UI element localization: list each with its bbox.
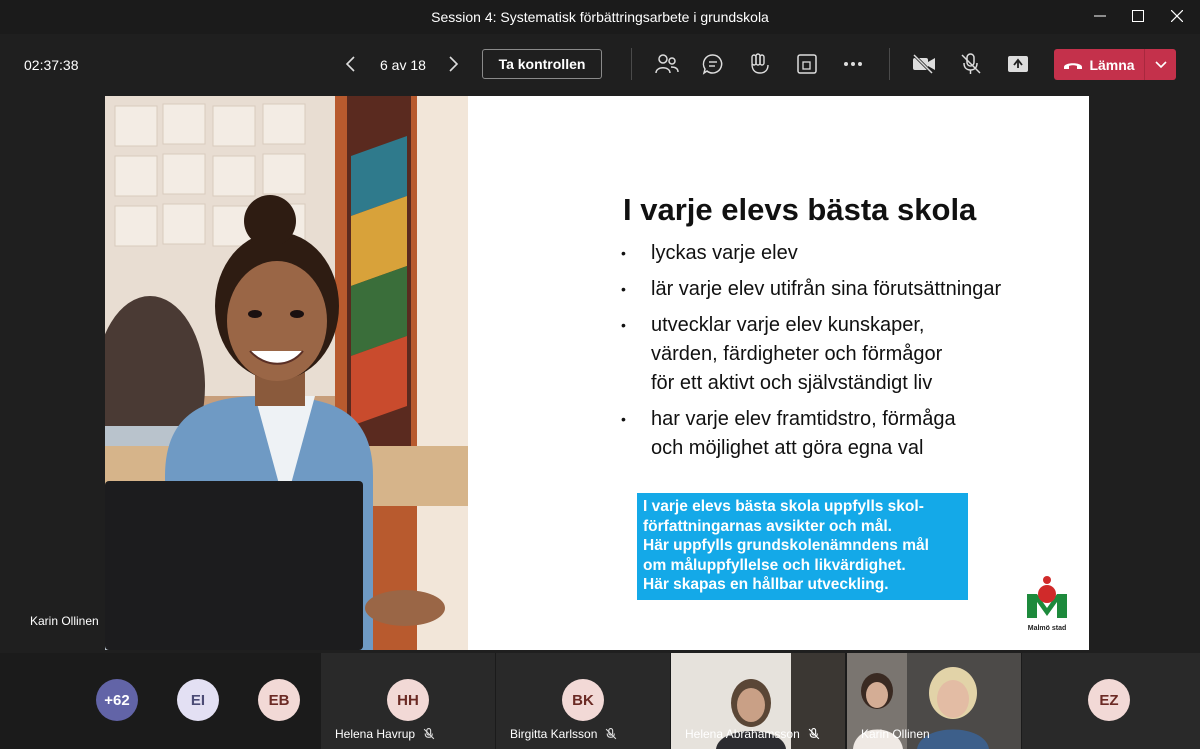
avatar-initials: EZ <box>1099 691 1119 709</box>
bullet-text-line: har varje elev framtidstro, förmåga <box>651 408 956 430</box>
slide-counter: 6 av 18 <box>380 57 426 73</box>
shared-content-stage: I varje elevs bästa skola lyckas varje e… <box>0 96 1200 652</box>
participant-name: Birgitta Karlsson <box>510 727 598 741</box>
leave-button[interactable]: Lämna <box>1054 49 1144 80</box>
avatar-initials: BK <box>572 691 594 709</box>
avatar-initials: HH <box>397 691 419 709</box>
mic-off-icon <box>423 728 435 740</box>
more-icon[interactable] <box>839 50 867 78</box>
presentation-slide: I varje elevs bästa skola lyckas varje e… <box>105 96 1089 650</box>
toolbar-divider <box>631 48 632 80</box>
malmo-stad-logo: Malmö stad <box>1023 574 1071 632</box>
tile-name-row: Birgitta Karlsson <box>510 727 617 741</box>
mic-off-icon <box>606 728 617 740</box>
avatar-initials: EB <box>268 691 290 709</box>
highlight-line: Här uppfylls grundskolenämndens mål <box>643 537 929 554</box>
bullet-text-line: värden, färdigheter och förmågor <box>651 343 943 365</box>
participants-icon[interactable] <box>653 50 681 78</box>
avatar: HH <box>387 679 429 721</box>
bullet-text: lyckas varje elev <box>651 242 798 264</box>
chevron-down-icon <box>1154 60 1167 68</box>
tile-name-row: Helena Havrup <box>335 727 435 741</box>
participant-name: Helena Abrahamsson <box>685 727 800 741</box>
bullet-text-line: för ett aktivt och självständigt liv <box>651 372 933 394</box>
participant-tile[interactable]: HH Helena Havrup <box>321 653 495 749</box>
presenter-name: Karin Ollinen <box>30 614 99 628</box>
camera-off-icon[interactable] <box>910 50 938 78</box>
leave-options-button[interactable] <box>1145 49 1176 80</box>
logo-label: Malmö stad <box>1027 625 1067 632</box>
tile-name-row: Helena Abrahamsson <box>685 727 820 741</box>
avatar-initials: EI <box>190 691 206 709</box>
bullet-item: lyckas varje elev <box>621 239 1061 268</box>
leave-label: Lämna <box>1089 56 1135 73</box>
highlight-line: om måluppfyllelse och likvärdighet. <box>643 556 906 574</box>
leave-button-group: Lämna <box>1054 49 1176 80</box>
rooms-icon[interactable] <box>793 50 821 78</box>
toolbar-divider <box>889 48 890 80</box>
next-slide-button[interactable] <box>442 52 466 76</box>
share-icon[interactable] <box>1004 50 1032 78</box>
bullet-text: lär varje elev utifrån sina förutsättnin… <box>651 278 1002 300</box>
bullet-item: lär varje elev utifrån sina förutsättnin… <box>621 275 1061 304</box>
chevron-right-icon <box>449 56 459 72</box>
participant-name: Karin Ollinen <box>861 727 930 741</box>
bullet-text-line: och möjlighet att göra egna val <box>651 437 924 459</box>
participant-video-tile[interactable]: Karin Ollinen <box>847 653 1021 749</box>
avatar: EZ <box>1088 679 1130 721</box>
tile-name-row: Karin Ollinen <box>861 727 930 741</box>
participant-strip: +62 EI EB HH Helena Havrup BK Birgitta K… <box>0 653 1200 749</box>
bullet-item: har varje elev framtidstro, förmåga och … <box>621 405 1061 463</box>
highlight-line: I varje elevs bästa skola uppfylls skol- <box>643 498 924 515</box>
avatar: BK <box>562 679 604 721</box>
chevron-left-icon <box>345 56 355 72</box>
more-participants-button[interactable]: +62 <box>96 679 138 721</box>
slide-title: I varje elevs bästa skola <box>623 192 977 227</box>
meeting-toolbar: 02:37:38 6 av 18 Ta kontrollen Lämna <box>0 34 1200 96</box>
raise-hand-icon[interactable] <box>746 50 774 78</box>
slide-highlight-box: I varje elevs bästa skola uppfylls skol-… <box>637 493 968 600</box>
participant-tile[interactable]: BK Birgitta Karlsson <box>496 653 670 749</box>
take-control-button[interactable]: Ta kontrollen <box>482 49 602 79</box>
participant-tile[interactable]: EZ <box>1022 653 1200 749</box>
highlight-line: Här skapas en hållbar utveckling. <box>643 576 889 593</box>
highlight-line: författningarnas avsikter och mål. <box>643 517 892 535</box>
chat-icon[interactable] <box>699 50 727 78</box>
bullet-item: utvecklar varje elev kunskaper, värden, … <box>621 311 1061 398</box>
previous-slide-button[interactable] <box>338 52 362 76</box>
close-icon[interactable] <box>1154 0 1200 32</box>
participant-avatar[interactable]: EB <box>258 679 300 721</box>
slide-photo <box>105 96 468 650</box>
title-bar: Session 4: Systematisk förbättringsarbet… <box>0 0 1200 34</box>
slide-bullet-list: lyckas varje elev lär varje elev utifrån… <box>621 239 1061 470</box>
participant-avatar[interactable]: EI <box>177 679 219 721</box>
window-title: Session 4: Systematisk förbättringsarbet… <box>431 9 769 25</box>
mic-off-icon[interactable] <box>957 50 985 78</box>
participant-name: Helena Havrup <box>335 727 416 741</box>
overflow-count: +62 <box>104 691 130 709</box>
mic-off-icon <box>808 728 820 740</box>
phone-hangup-icon <box>1064 62 1083 69</box>
participant-video-tile[interactable]: Helena Abrahamsson <box>671 653 845 749</box>
meeting-timer: 02:37:38 <box>24 57 79 73</box>
bullet-text-line: utvecklar varje elev kunskaper, <box>651 314 925 336</box>
